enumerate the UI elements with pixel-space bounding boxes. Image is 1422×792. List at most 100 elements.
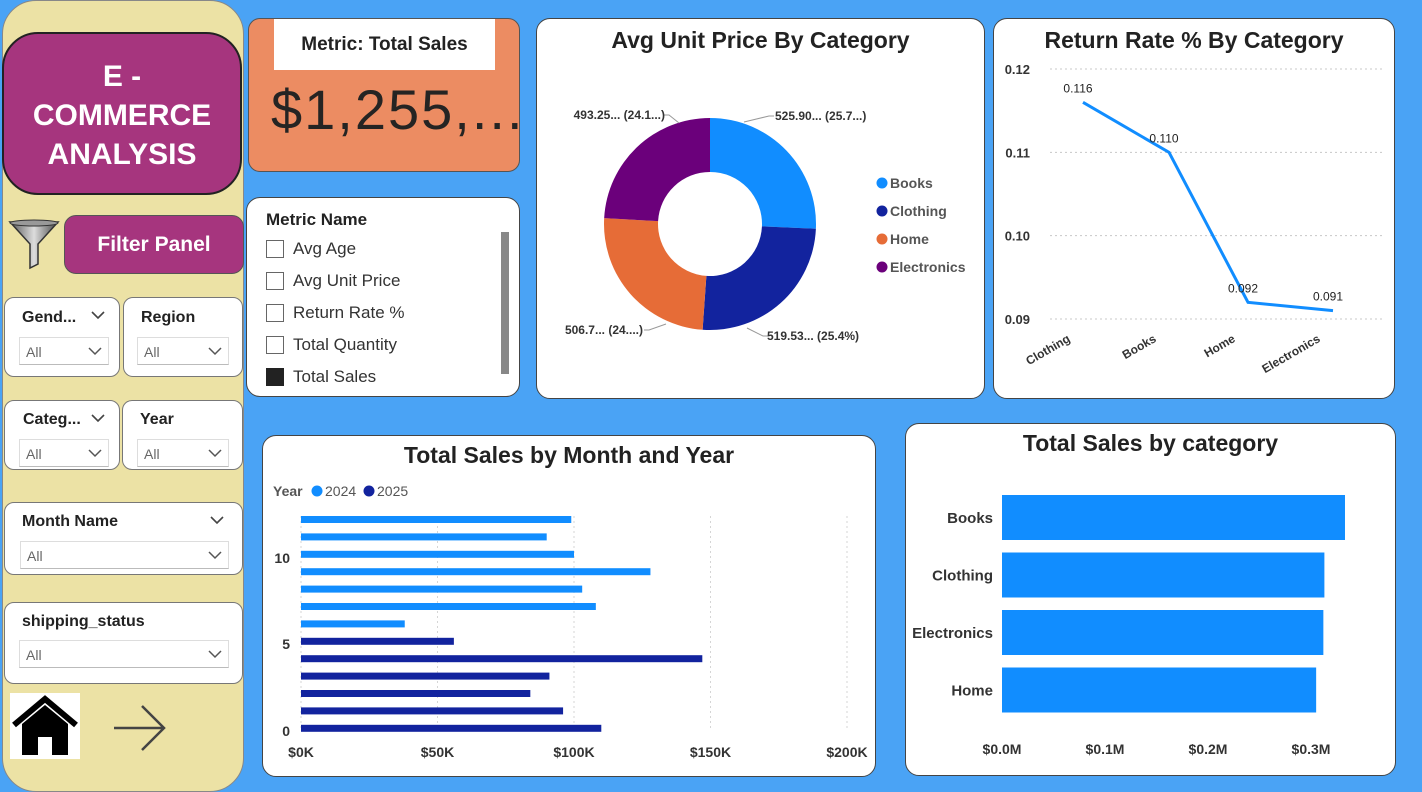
bar-electronics[interactable] <box>1002 610 1324 655</box>
month-name-slicer[interactable]: Month Name All <box>4 502 243 575</box>
bar[interactable] <box>301 603 596 610</box>
y-tick-label: Home <box>951 683 993 700</box>
chevron-down-icon[interactable] <box>91 308 105 322</box>
month-name-dropdown-value: All <box>27 548 43 564</box>
year-slicer[interactable]: Year All <box>122 400 243 470</box>
metric-option-total-quantity[interactable]: Total Quantity <box>266 334 397 356</box>
bar-books[interactable] <box>1002 495 1345 540</box>
bar[interactable] <box>301 620 405 628</box>
x-tick-label: $0.3M <box>1292 741 1331 757</box>
bar[interactable] <box>301 516 572 523</box>
arrow-right-icon[interactable] <box>112 703 168 753</box>
bar[interactable] <box>301 585 583 593</box>
region-dropdown[interactable]: All <box>137 337 229 365</box>
legend-title: Year <box>273 483 303 499</box>
x-tick-label: $0K <box>288 744 314 760</box>
y-tick-label: 5 <box>282 636 290 652</box>
donut-slice-books[interactable] <box>710 118 816 229</box>
checkbox[interactable] <box>266 272 284 290</box>
legend-marker <box>876 205 888 217</box>
bar[interactable] <box>301 533 547 541</box>
category-slicer[interactable]: Categ... All <box>4 400 120 470</box>
bar[interactable] <box>301 672 550 680</box>
region-slicer[interactable]: Region All <box>123 297 243 377</box>
y-tick-label: Books <box>947 510 993 527</box>
shipping-status-slicer[interactable]: shipping_status All <box>4 602 243 684</box>
month-name-dropdown[interactable]: All <box>20 541 229 569</box>
horizontal-bar-chart: Year 2024 2025 $0K $50K $100K $150K $200K 10 5 0 <box>273 483 868 760</box>
data-label: 0.116 <box>1063 81 1092 95</box>
checkbox[interactable] <box>266 304 284 322</box>
chevron-down-icon <box>208 650 222 659</box>
home-icon[interactable] <box>10 693 80 759</box>
legend-marker <box>876 177 888 189</box>
year-slicer-label: Year <box>140 411 174 428</box>
gender-slicer[interactable]: Gend... All <box>4 297 120 377</box>
x-tick-label: Clothing <box>1023 331 1072 367</box>
filter-panel-button[interactable]: Filter Panel <box>64 215 244 274</box>
checkbox-checked[interactable] <box>266 368 284 386</box>
bar[interactable] <box>301 550 574 558</box>
gender-dropdown[interactable]: All <box>19 337 109 365</box>
chevron-down-icon <box>88 449 102 458</box>
scrollbar[interactable] <box>501 232 509 374</box>
year-dropdown[interactable]: All <box>137 439 229 467</box>
legend-marker <box>876 233 888 245</box>
donut-slice-home[interactable] <box>604 218 707 330</box>
line-chart: 0.12 0.11 0.10 0.09 0.116 0.110 0.092 0.091 Clot… <box>1005 62 1384 376</box>
avg-unit-price-chart: Avg Unit Price By Category 525.90... (25… <box>536 18 985 399</box>
data-label: 525.90... (25.7...) <box>775 109 866 123</box>
return-rate-chart: Return Rate % By Category 0.12 0.11 0.10 0.… <box>993 18 1395 399</box>
bar[interactable] <box>301 707 564 715</box>
y-tick-label: 0.10 <box>1005 229 1030 244</box>
bar[interactable] <box>301 655 703 663</box>
bar[interactable] <box>301 568 651 576</box>
legend-label: Books <box>890 175 933 191</box>
shipping-status-dropdown[interactable]: All <box>19 640 229 668</box>
bar-home[interactable] <box>1002 667 1317 713</box>
dashboard-title: E - COMMERCE ANALYSIS <box>2 32 242 195</box>
legend-label: 2024 <box>325 483 356 499</box>
metric-option-avg-unit-price[interactable]: Avg Unit Price <box>266 270 400 292</box>
chevron-down-icon[interactable] <box>91 411 105 425</box>
chevron-down-icon <box>208 347 222 356</box>
metric-list-header: Metric Name <box>266 210 368 229</box>
y-tick-label: 0.11 <box>1005 145 1030 160</box>
metric-option-return-rate[interactable]: Return Rate % <box>266 302 405 324</box>
x-tick-label: Electronics <box>1259 331 1322 376</box>
donut-slice-electronics[interactable] <box>604 118 710 222</box>
kpi-metric-label: Metric: Total Sales <box>274 19 495 70</box>
category-slicer-label: Categ... <box>23 411 81 428</box>
category-dropdown[interactable]: All <box>19 439 109 467</box>
funnel-icon <box>8 219 60 270</box>
x-tick-label: $0.0M <box>983 741 1022 757</box>
horizontal-bar-chart: $0.0M $0.1M $0.2M $0.3M Books Clothing Electro… <box>912 495 1345 757</box>
metric-option-label: Total Sales <box>293 367 377 386</box>
bar-clothing[interactable] <box>1002 552 1325 598</box>
checkbox[interactable] <box>266 336 284 354</box>
x-tick-label: $150K <box>690 744 731 760</box>
region-slicer-label: Region <box>141 309 196 326</box>
leader-line <box>746 327 768 337</box>
legend-marker <box>311 485 323 497</box>
shipping-status-dropdown-value: All <box>26 647 42 663</box>
leader-line <box>644 323 667 331</box>
checkbox[interactable] <box>266 240 284 258</box>
bar[interactable] <box>301 690 531 697</box>
kpi-metric-value: $1,255,... <box>271 78 525 141</box>
gender-dropdown-value: All <box>26 344 42 360</box>
chevron-down-icon[interactable] <box>210 513 224 527</box>
metric-option-total-sales[interactable]: Total Sales <box>266 366 376 388</box>
bar[interactable] <box>301 637 454 645</box>
series-line[interactable] <box>1082 101 1334 313</box>
legend-label: 2025 <box>377 483 408 499</box>
gender-slicer-label: Gend... <box>22 309 77 326</box>
metric-option-avg-age[interactable]: Avg Age <box>266 238 356 260</box>
sales-by-month-chart: Total Sales by Month and Year Year 2024 20… <box>262 435 876 777</box>
x-tick-label: $0.1M <box>1086 741 1125 757</box>
donut-slice-clothing[interactable] <box>702 226 816 330</box>
x-tick-label: $100K <box>553 744 594 760</box>
data-label: 0.091 <box>1313 290 1343 304</box>
chevron-down-icon <box>208 551 222 560</box>
bar[interactable] <box>301 724 602 732</box>
